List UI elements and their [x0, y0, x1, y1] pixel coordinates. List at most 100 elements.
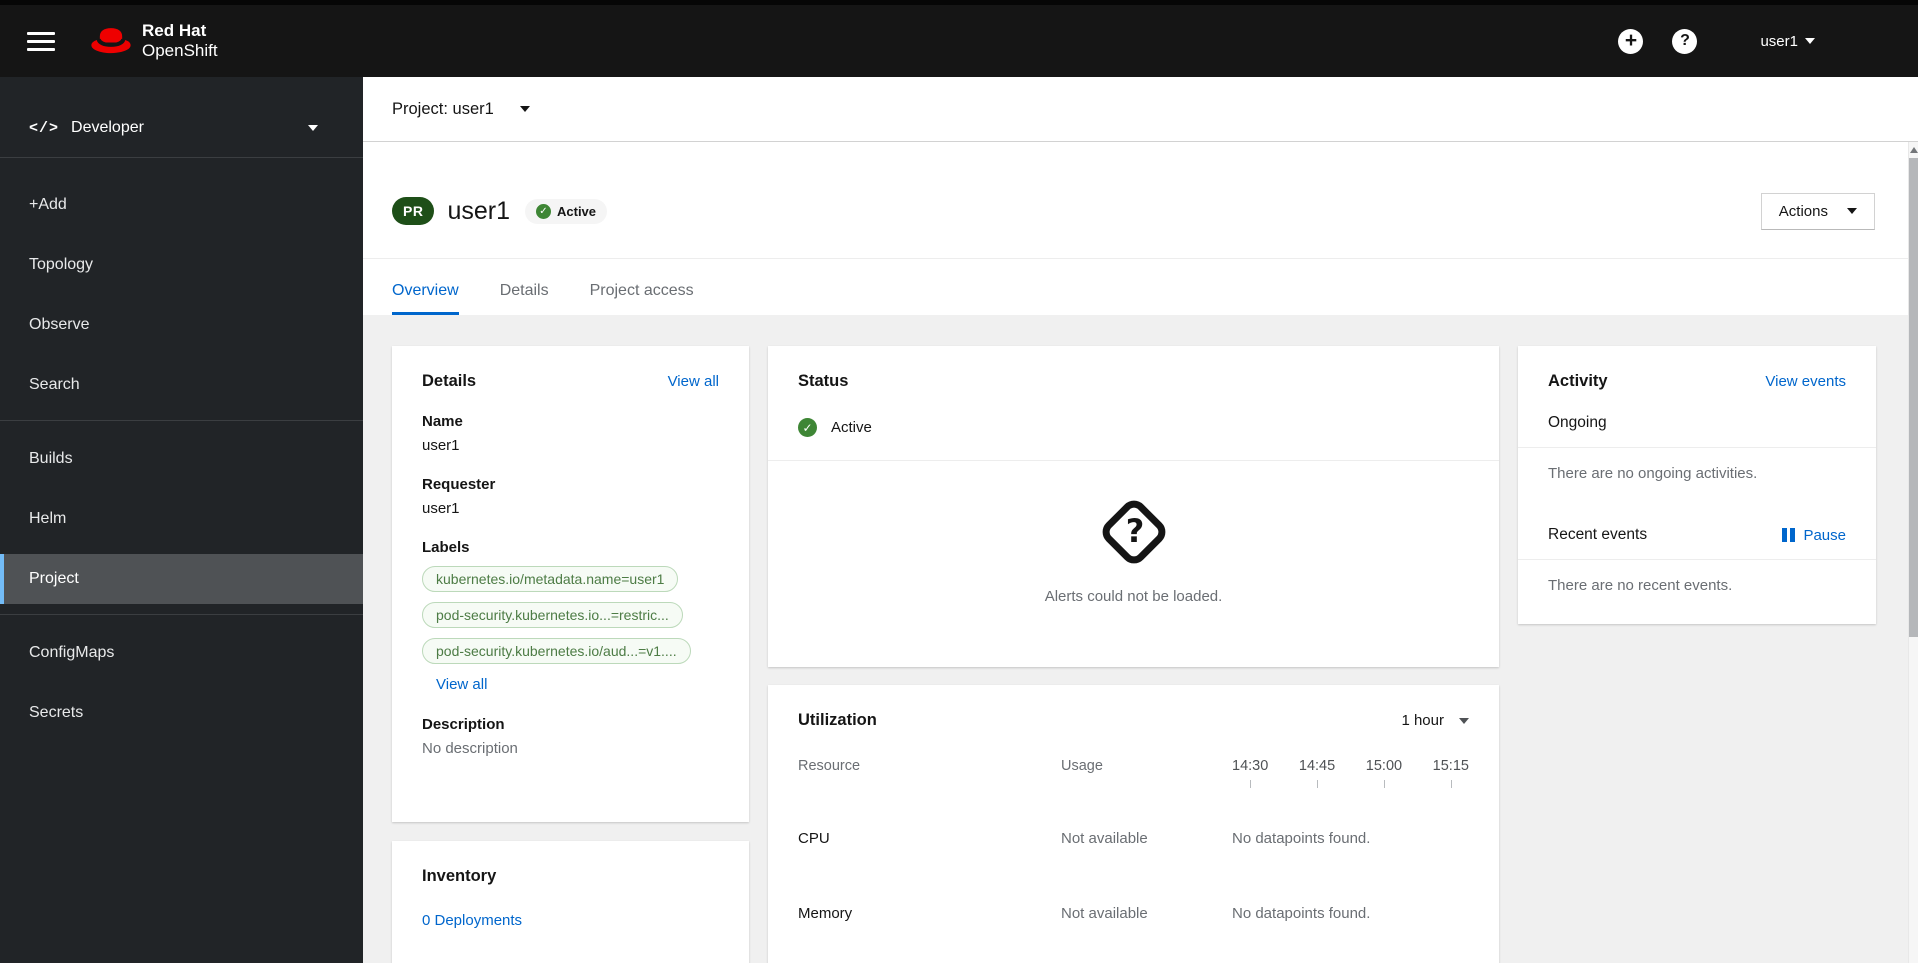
labels-label: Labels — [422, 539, 470, 556]
sidebar-nav: </> Developer +Add Topology Observe Sear… — [0, 77, 363, 963]
tab-project-access[interactable]: Project access — [590, 282, 694, 315]
description-value: No description — [422, 740, 518, 757]
chevron-down-icon — [1805, 38, 1815, 44]
ongoing-empty-message: There are no ongoing activities. — [1548, 465, 1758, 482]
ongoing-section-title: Ongoing — [1548, 414, 1607, 431]
project-selector[interactable]: Project: user1 — [392, 100, 530, 119]
name-value: user1 — [422, 437, 460, 454]
nav-toggle-icon[interactable] — [27, 31, 55, 51]
utilization-header-row: Resource Usage 14:30 14:45 15:00 15:15 — [798, 758, 1469, 788]
page-title: user1 — [447, 196, 510, 225]
requester-value: user1 — [422, 500, 460, 517]
sidebar-item-add[interactable]: +Add — [0, 180, 363, 230]
nav-divider — [0, 420, 363, 421]
actions-button-label: Actions — [1778, 202, 1828, 220]
details-card-title: Details — [422, 372, 477, 390]
code-icon: </> — [29, 119, 60, 137]
unknown-status-icon: ? — [1096, 495, 1171, 569]
utilization-card: Utilization 1 hour Resource Usage 14:30 — [768, 685, 1499, 963]
sidebar-item-search[interactable]: Search — [0, 360, 363, 410]
right-column: Activity View events Ongoing There are n… — [1518, 346, 1876, 624]
redhat-fedora-icon — [91, 27, 131, 53]
label-pill[interactable]: pod-security.kubernetes.io/aud...=v1.... — [422, 638, 691, 664]
help-icon[interactable]: ? — [1672, 28, 1698, 54]
sidebar-item-observe[interactable]: Observe — [0, 300, 363, 350]
details-view-all-link[interactable]: View all — [668, 373, 719, 390]
deployments-link[interactable]: 0 Deployments — [422, 912, 719, 929]
perspective-switcher[interactable]: </> Developer — [0, 77, 363, 158]
label-pills: kubernetes.io/metadata.name=user1 pod-se… — [422, 566, 719, 664]
inventory-card: Inventory 0 Deployments — [392, 841, 749, 963]
tab-overview[interactable]: Overview — [392, 282, 459, 315]
nav-list: +Add Topology Observe Search Builds Helm… — [0, 158, 363, 738]
main-area: Project: user1 PR user1 ✓ Active Actions… — [363, 77, 1918, 963]
user-menu-label: user1 — [1760, 32, 1798, 50]
tab-bar: Overview Details Project access — [363, 259, 1918, 315]
quick-create-icon[interactable]: + — [1618, 28, 1644, 54]
recent-events-empty-message: There are no recent events. — [1548, 577, 1733, 594]
chevron-down-icon — [519, 106, 530, 112]
memory-usage-value: Not available — [1061, 905, 1148, 922]
chevron-down-icon — [1847, 208, 1857, 214]
brand-product: OpenShift — [142, 41, 218, 60]
masthead-toolbar: + ? user1 — [1618, 28, 1815, 54]
sidebar-item-configmaps[interactable]: ConfigMaps — [0, 628, 363, 678]
sidebar-item-builds[interactable]: Builds — [0, 434, 363, 484]
time-tick: 14:45 — [1299, 758, 1335, 788]
resource-column-header: Resource — [798, 758, 861, 774]
check-circle-icon: ✓ — [536, 203, 551, 219]
scroll-up-arrow-icon[interactable] — [1909, 147, 1918, 153]
pause-events-button[interactable]: Pause — [1782, 527, 1846, 544]
tab-details[interactable]: Details — [500, 282, 549, 315]
left-column: Details View all Name user1 Requester us… — [392, 346, 749, 963]
chevron-down-icon — [308, 125, 318, 131]
scrollbar-thumb[interactable] — [1909, 158, 1918, 637]
time-axis: 14:30 14:45 15:00 15:15 — [1232, 758, 1469, 788]
recent-events-section: Recent events Pause — [1518, 503, 1876, 559]
middle-column: Status ✓ Active ? Alerts could not be lo… — [768, 346, 1499, 963]
alerts-empty-state: ? Alerts could not be loaded. — [768, 461, 1499, 645]
status-card: Status ✓ Active ? Alerts could not be lo… — [768, 346, 1499, 667]
table-row-memory: Memory Not available No datapoints found… — [798, 905, 1469, 922]
pause-button-label: Pause — [1803, 526, 1846, 544]
label-pill[interactable]: pod-security.kubernetes.io...=restric... — [422, 602, 683, 628]
label-pill[interactable]: kubernetes.io/metadata.name=user1 — [422, 566, 679, 592]
memory-datapoints-message: No datapoints found. — [1232, 905, 1371, 922]
field-name: Name user1 — [422, 413, 719, 454]
brand-name: Red Hat — [142, 20, 207, 40]
view-events-link[interactable]: View events — [1765, 373, 1846, 390]
utilization-table: Resource Usage 14:30 14:45 15:00 15:15 C… — [798, 758, 1469, 922]
recent-events-title: Recent events — [1548, 526, 1648, 543]
actions-button[interactable]: Actions — [1760, 192, 1875, 230]
perspective-label: Developer — [71, 119, 144, 136]
masthead: Red Hat OpenShift + ? user1 — [0, 0, 1918, 77]
project-selector-label: Project: user1 — [392, 99, 494, 118]
user-menu[interactable]: user1 — [1760, 33, 1815, 50]
status-badge-label: Active — [557, 203, 597, 219]
field-description: Description No description — [422, 716, 719, 757]
project-status-row: ✓ Active — [768, 391, 1499, 460]
project-badge: PR — [392, 197, 435, 225]
labels-view-all-link[interactable]: View all — [436, 676, 487, 693]
cpu-resource-label: CPU — [798, 830, 830, 847]
brand-logo[interactable]: Red Hat OpenShift — [90, 21, 218, 61]
alerts-empty-message: Alerts could not be loaded. — [1044, 588, 1223, 605]
sidebar-item-project[interactable]: Project — [0, 554, 363, 604]
table-row-cpu: CPU Not available No datapoints found. — [798, 830, 1469, 847]
sidebar-item-topology[interactable]: Topology — [0, 240, 363, 290]
description-label: Description — [422, 716, 505, 733]
sidebar-item-helm[interactable]: Helm — [0, 494, 363, 544]
activity-card: Activity View events Ongoing There are n… — [1518, 346, 1876, 624]
duration-select-label: 1 hour — [1401, 712, 1444, 729]
duration-select[interactable]: 1 hour — [1401, 712, 1469, 729]
vertical-scrollbar[interactable] — [1908, 142, 1918, 963]
utilization-card-title: Utilization — [798, 711, 877, 729]
time-tick: 15:15 — [1433, 758, 1469, 788]
field-labels: Labels kubernetes.io/metadata.name=user1… — [422, 539, 719, 694]
sidebar-item-secrets[interactable]: Secrets — [0, 688, 363, 738]
activity-card-title: Activity — [1548, 372, 1608, 390]
check-circle-icon: ✓ — [798, 418, 817, 437]
time-tick: 15:00 — [1366, 758, 1402, 788]
project-bar: Project: user1 — [363, 77, 1918, 142]
status-badge[interactable]: ✓ Active — [525, 198, 608, 224]
